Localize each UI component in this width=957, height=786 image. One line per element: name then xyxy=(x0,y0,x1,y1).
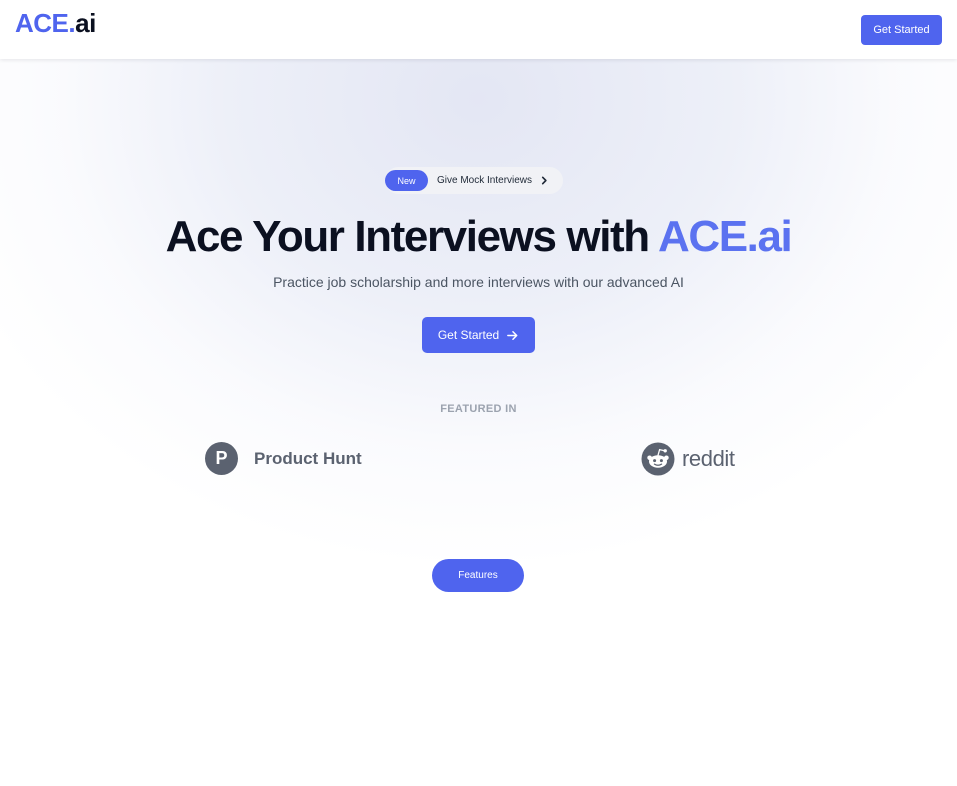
hero-get-started-button[interactable]: Get Started xyxy=(422,317,535,353)
reddit-icon xyxy=(641,442,675,476)
product-hunt-logo[interactable]: P Product Hunt xyxy=(205,442,362,475)
new-badge: New xyxy=(385,170,428,191)
features-button[interactable]: Features xyxy=(432,559,524,592)
announcement-pill[interactable]: New Give Mock Interviews xyxy=(385,167,564,194)
hero-cta-label: Get Started xyxy=(437,328,500,342)
reddit-name: reddit xyxy=(682,446,735,471)
featured-in-label: FEATURED IN xyxy=(440,403,517,415)
brand-logo[interactable]: ACE.ai xyxy=(15,8,96,38)
hero-title-prefix: Ace Your Interviews with xyxy=(165,212,658,261)
product-hunt-name: Product Hunt xyxy=(254,448,362,468)
hero-subtitle: Practice job scholarship and more interv… xyxy=(273,274,684,290)
hero-title: Ace Your Interviews with ACE.ai xyxy=(0,211,957,263)
reddit-logo[interactable]: reddit xyxy=(641,442,735,476)
hero-title-accent: ACE.ai xyxy=(657,212,793,261)
nav-get-started-button[interactable]: Get Started xyxy=(861,15,942,45)
brand-suffix: ai xyxy=(75,8,96,38)
announcement-text: Give Mock Interviews xyxy=(437,175,533,186)
arrow-right-icon xyxy=(507,330,518,340)
brand-main: ACE xyxy=(15,8,69,38)
chevron-right-icon xyxy=(541,176,547,185)
product-hunt-icon: P xyxy=(205,442,238,475)
navbar: ACE.ai Get Started xyxy=(0,0,957,59)
